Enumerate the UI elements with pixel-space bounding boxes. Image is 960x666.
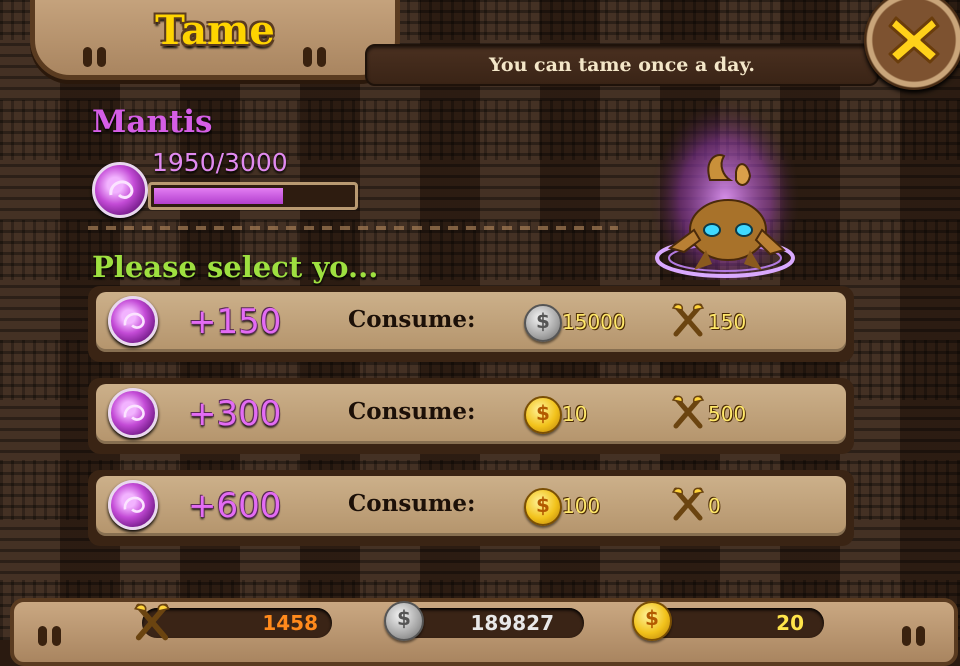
tame-orb-icon bbox=[108, 296, 158, 346]
mantis-portrait bbox=[620, 80, 830, 290]
tame-option-300[interactable]: +300 Consume: $ 10 500 bbox=[88, 378, 854, 454]
coin-cost: 15000 bbox=[562, 310, 626, 334]
coin-cost: 100 bbox=[562, 494, 601, 518]
tame-progress-fill bbox=[154, 188, 283, 204]
silver-coin-icon: $ bbox=[384, 601, 424, 641]
peg bbox=[83, 47, 92, 67]
crossed-axes-icon bbox=[671, 487, 705, 521]
gold-coin-icon: $ bbox=[524, 396, 562, 434]
tame-orb-icon bbox=[108, 388, 158, 438]
crossed-axes-icon bbox=[134, 603, 170, 641]
consume-label: Consume: bbox=[348, 306, 476, 333]
title-plate: Tame bbox=[30, 0, 400, 80]
peg bbox=[902, 626, 911, 646]
close-icon bbox=[888, 16, 940, 64]
crossed-axes-icon bbox=[671, 395, 705, 429]
tame-option-150[interactable]: +150 Consume: $ 15000 150 bbox=[88, 286, 854, 362]
option-amount: +150 bbox=[188, 302, 282, 342]
select-prompt: Please select yo... bbox=[92, 250, 379, 284]
axe-cost: 150 bbox=[708, 310, 747, 334]
divider bbox=[88, 226, 618, 230]
resource-bar: 1458 189827 $ 20 $ bbox=[10, 598, 958, 666]
peg bbox=[97, 47, 106, 67]
gold-coin-icon: $ bbox=[632, 601, 672, 641]
gold-coin-icon: $ bbox=[524, 488, 562, 526]
tame-progress-text: 1950/3000 bbox=[152, 148, 288, 177]
axe-cost: 500 bbox=[708, 402, 747, 426]
silver-coin-icon: $ bbox=[524, 304, 562, 342]
option-amount: +300 bbox=[188, 394, 282, 434]
tame-option-600[interactable]: +600 Consume: $ 100 0 bbox=[88, 470, 854, 546]
peg bbox=[303, 47, 312, 67]
axe-cost: 0 bbox=[708, 494, 721, 518]
peg bbox=[52, 626, 61, 646]
option-panel: +300 Consume: $ 10 500 bbox=[96, 384, 846, 444]
coin-cost: 10 bbox=[562, 402, 588, 426]
tame-orb-icon bbox=[92, 162, 148, 218]
crossed-axes-icon bbox=[671, 303, 705, 337]
option-amount: +600 bbox=[188, 486, 282, 526]
peg bbox=[317, 47, 326, 67]
consume-label: Consume: bbox=[348, 490, 476, 517]
option-panel: +600 Consume: $ 100 0 bbox=[96, 476, 846, 536]
option-panel: +150 Consume: $ 15000 150 bbox=[96, 292, 846, 352]
peg bbox=[38, 626, 47, 646]
tame-progress-bar bbox=[148, 182, 358, 210]
tame-orb-icon bbox=[108, 480, 158, 530]
consume-label: Consume: bbox=[348, 398, 476, 425]
pet-name: Mantis bbox=[92, 104, 213, 140]
peg bbox=[916, 626, 925, 646]
notice-text: You can tame once a day. bbox=[489, 54, 755, 76]
